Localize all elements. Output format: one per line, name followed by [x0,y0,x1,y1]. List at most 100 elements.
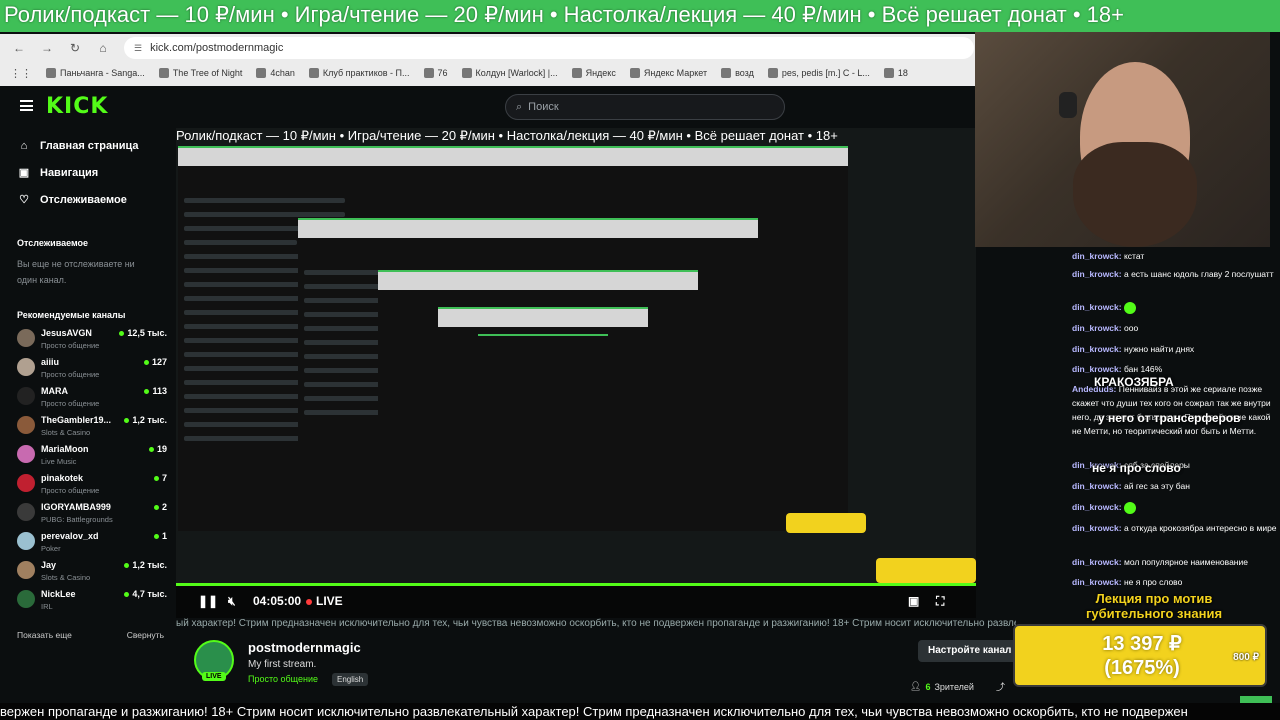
viewer-count: 1,2 тыс. [124,560,167,570]
viewers-icon: 👤︎ [910,681,922,691]
reload-icon[interactable]: ↻ [68,41,82,55]
viewer-count: 127 [143,357,167,367]
video-player[interactable]: Ролик/подкаст — 10 ₽/мин • Игра/чтение —… [176,128,976,618]
player-controls: ❚❚ 🔇︎ 04:05:00 LIVE ▣ ⛶ [176,586,976,618]
bookmark-item[interactable]: The Tree of Night [158,68,242,78]
recommended-channel[interactable]: aiiiu Просто общение 127 [17,355,167,381]
bookmark-item[interactable]: Яндекс Маркет [629,68,707,78]
menu-icon[interactable] [20,100,33,111]
channel-name: MARA [41,386,68,396]
bookmark-item[interactable]: 76 [423,68,448,78]
webcam-overlay [975,32,1270,247]
recursive-capture-3 [378,270,698,450]
channel-avatar [17,329,35,347]
chat-username[interactable]: din_krowck: [1072,251,1122,261]
live-dot-icon [119,330,125,336]
bookmark-item[interactable]: 18 [883,68,908,78]
bookmark-item[interactable]: pes, pedis [m.] C - L... [767,68,870,78]
back-arrow-icon[interactable]: ← [12,41,26,55]
viewers-number: 6 [925,681,931,692]
pause-icon[interactable]: ❚❚ [198,594,218,608]
recommended-channel[interactable]: pinakotek Просто общение 7 [17,471,167,497]
channel-avatar [17,590,35,608]
chat-username[interactable]: din_krowck: [1072,323,1122,333]
share-icon[interactable]: ⤴ [996,680,1005,693]
collapse-link[interactable]: Свернуть [127,630,164,640]
chat-message: din_krowck: не я про слово [1072,575,1278,589]
home-browser-icon[interactable]: ⌂ [96,41,110,55]
viewer-count-value: 1,2 тыс. [132,415,167,425]
recommended-channel[interactable]: JesusAVGN Просто общение 12,5 тыс. [17,326,167,352]
language-tag[interactable]: English [332,673,369,686]
chat-username[interactable]: din_krowck: [1072,502,1122,512]
recommended-channel[interactable]: TheGambler19... Slots & Casino 1,2 тыс. [17,413,167,439]
bookmark-favicon-icon [767,68,778,78]
live-dot-icon [143,359,149,365]
recommended-channel[interactable]: MARA Просто общение 113 [17,384,167,410]
bookmark-item[interactable]: возд [721,68,754,78]
recommended-channel[interactable]: NickLee IRL 4,7 тыс. [17,587,167,613]
chat-text: ооо [1123,323,1139,333]
viewer-count-value: 1 [161,531,167,541]
chat-message: din_krowck: бан 146% [1072,362,1278,376]
theater-mode-icon[interactable]: ▣ [908,594,919,608]
bookmark-label: Клуб практиков - П... [322,68,410,78]
sidebar-item-label: Главная страница [40,140,139,152]
recommended-channel[interactable]: IGORYAMBA999 PUBG: Battlegrounds 2 [17,500,167,526]
browser-chrome: ← → ↻ ⌂ ☰ kick.com/postmodernmagic ⋮⋮ Па… [0,34,975,86]
capture-chrome [298,220,758,238]
channel-category: IRL [41,602,53,611]
bookmark-favicon-icon [571,68,582,78]
sidebar: ⌂ Главная страница ▣ Навигация ♡ Отслежи… [0,128,176,648]
chat-text: кстат [1123,251,1145,261]
chat-username[interactable]: din_krowck: [1072,481,1122,491]
forward-arrow-icon[interactable]: → [40,41,54,55]
chat-username[interactable]: din_krowck: [1072,302,1122,312]
channel-name[interactable]: postmodernmagic [248,640,361,655]
sidebar-item-following[interactable]: ♡ Отслеживаемое [18,194,127,206]
recursive-capture-4 [438,307,648,427]
recommended-channel[interactable]: Jay Slots & Casino 1,2 тыс. [17,558,167,584]
chat-username[interactable]: din_krowck: [1072,269,1122,279]
channel-avatar [17,474,35,492]
bookmark-favicon-icon [721,68,732,78]
chat-username[interactable]: din_krowck: [1072,364,1122,374]
viewer-count-value: 19 [156,444,167,454]
chat-username[interactable]: din_krowck: [1072,523,1122,533]
sidebar-item-browse[interactable]: ▣ Навигация [18,167,98,179]
sidebar-item-label: Отслеживаемое [40,194,127,206]
apps-grid-icon[interactable]: ⋮⋮ [10,67,32,80]
bookmark-item[interactable]: 4chan [256,68,295,78]
search-input[interactable]: ⌕ Поиск [505,94,785,120]
bookmark-item[interactable]: Клуб практиков - П... [308,68,410,78]
chat-overlay-text: у него от трансерферов [1098,411,1241,425]
chat-text: бан 146% [1123,364,1163,374]
recommended-channel[interactable]: perevalov_xd Poker 1 [17,529,167,555]
search-placeholder: Поиск [528,101,559,113]
mute-icon[interactable]: 🔇︎ [228,594,236,609]
bottom-ticker-text: вержен пропаганде и разжиганию! 18+ Стри… [0,704,1188,719]
fullscreen-icon[interactable]: ⛶ [936,594,944,609]
stream-category[interactable]: Просто общение [248,674,318,684]
chat-message: din_krowck: а есть шанс юдоль главу 2 по… [1072,267,1278,281]
site-info-icon[interactable]: ☰ [134,43,142,54]
channel-avatar [17,416,35,434]
show-more-link[interactable]: Показать еще [17,630,72,640]
kick-logo[interactable]: KICK [46,94,108,119]
bookmark-item[interactable]: Яндекс [571,68,616,78]
viewer-count-value: 1,2 тыс. [132,560,167,570]
chat-username[interactable]: din_krowck: [1072,344,1122,354]
recommended-channel[interactable]: MariaMoon Live Music 19 [17,442,167,468]
address-bar[interactable]: ☰ kick.com/postmodernmagic [124,37,974,59]
bookmark-item[interactable]: Колдун [Warlock] |... [461,68,558,78]
setup-channel-button[interactable]: Настройте канал [918,640,1018,662]
echo-goal-widget [876,558,976,583]
chat-username[interactable]: din_krowck: [1072,557,1122,567]
viewer-count-value: 113 [152,386,167,396]
viewer-count: 2 [153,502,167,512]
chat-username[interactable]: din_krowck: [1072,577,1122,587]
bookmark-item[interactable]: Паньчанга - Sanga... [46,68,145,78]
channel-category: Просто общение [41,370,100,379]
viewer-count: 1,2 тыс. [124,415,167,425]
sidebar-item-home[interactable]: ⌂ Главная страница [18,140,139,152]
